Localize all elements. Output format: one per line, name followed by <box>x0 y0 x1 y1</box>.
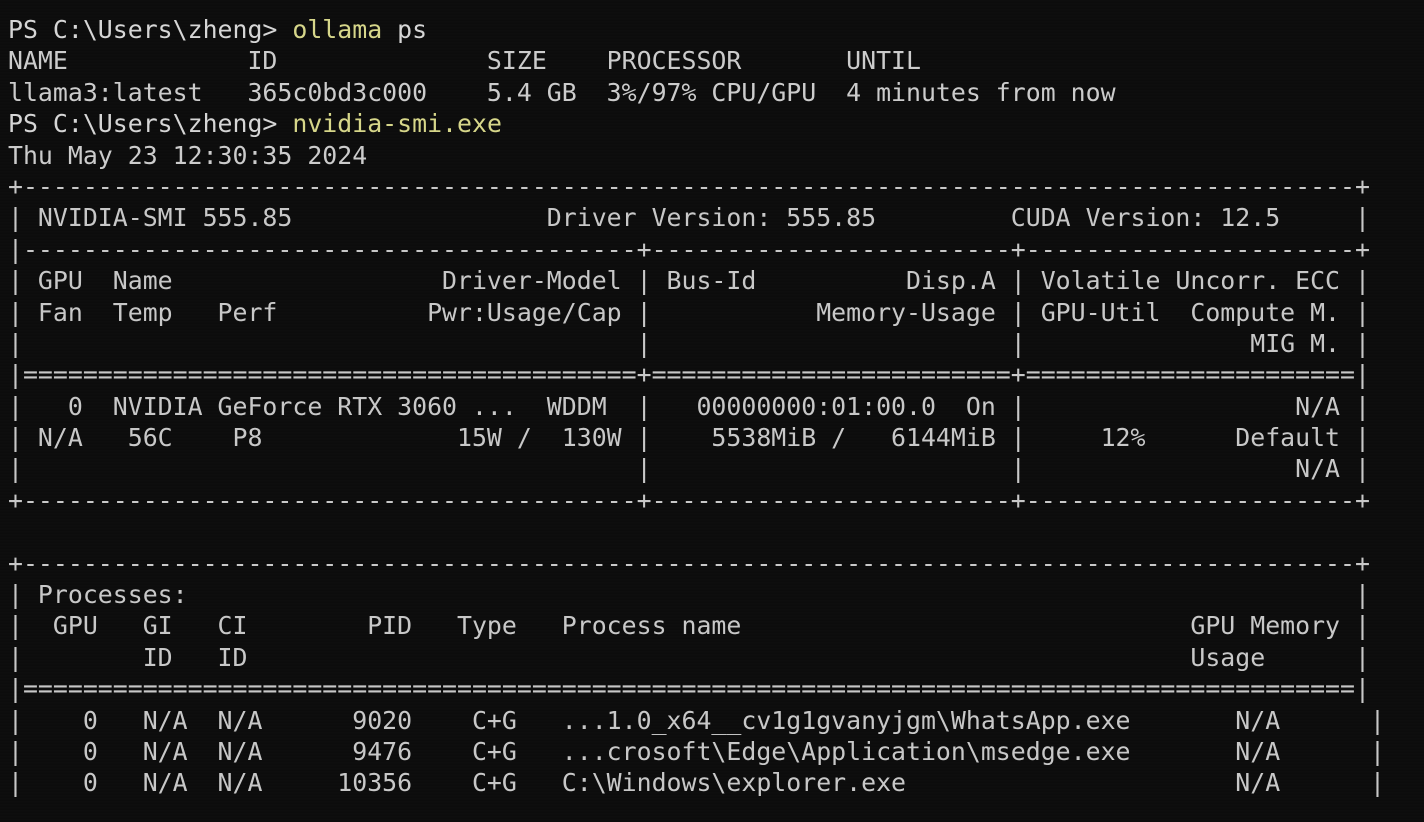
nvidia-smi-line-1: | NVIDIA-SMI 555.85 Driver Version: 555.… <box>8 203 1370 233</box>
nvidia-smi-blank-line <box>8 516 1424 547</box>
nvidia-smi-process-row-msedge: | 0 N/A N/A 9476 C+G ...crosoft\Edge\App… <box>8 736 1385 766</box>
nvidia-smi-gpu-row-line-3: | | | N/A | <box>8 454 1370 484</box>
ollama-table-row: llama3:latest 365c0bd3c000 5.4 GB 3%/97%… <box>8 77 1116 107</box>
nvidia-smi-line-2: |---------------------------------------… <box>8 234 1370 264</box>
nvidia-smi-process-row-explorer: | 0 N/A N/A 10356 C+G C:\Windows\explore… <box>8 768 1385 798</box>
nvidia-smi-processes-line-top: +---------------------------------------… <box>8 548 1370 578</box>
nvidia-smi-line-3: | GPU Name Driver-Model | Bus-Id Disp.A … <box>8 266 1370 296</box>
prompt-string: PS C:\Users\zheng> <box>8 15 278 44</box>
nvidia-smi-processes-header-1: | GPU GI CI PID Type Process name GPU Me… <box>8 611 1370 641</box>
nvidia-smi-line-10: +---------------------------------------… <box>8 485 1370 515</box>
nvidia-smi-processes-header-2: | ID ID Usage | <box>8 642 1370 672</box>
powershell-terminal[interactable]: PS C:\Users\zheng> ollama ps NAME ID SIZ… <box>0 0 1424 822</box>
terminal-line-prompt-ollama: PS C:\Users\zheng> ollama ps <box>8 14 1424 45</box>
nvidia-smi-processes-title: | Processes: | <box>8 580 1370 610</box>
command-ollama-args: ps <box>382 15 428 44</box>
prompt-string: PS C:\Users\zheng> <box>8 109 278 139</box>
ollama-table-header: NAME ID SIZE PROCESSOR UNTIL <box>8 46 921 76</box>
nvidia-smi-gpu-row-line-1: | 0 NVIDIA GeForce RTX 3060 ... WDDM | 0… <box>8 391 1370 421</box>
nvidia-smi-line-5: | | | MIG M. | <box>8 328 1370 358</box>
command-ollama: ollama <box>292 15 383 44</box>
nvidia-smi-process-row-whatsapp: | 0 N/A N/A 9020 C+G ...1.0_x64__cv1g1gv… <box>8 705 1385 735</box>
terminal-line-prompt-nvidia-smi: PS C:\Users\zheng> nvidia-smi.exe <box>8 108 1424 139</box>
command-nvidia-smi: nvidia-smi.exe <box>292 109 502 139</box>
nvidia-smi-line-0: +---------------------------------------… <box>8 171 1370 201</box>
nvidia-smi-line-4: | Fan Temp Perf Pwr:Usage/Cap | Memory-U… <box>8 297 1370 327</box>
nvidia-smi-processes-separator: |=======================================… <box>8 674 1370 704</box>
nvidia-smi-timestamp: Thu May 23 12:30:35 2024 <box>8 140 368 170</box>
nvidia-smi-gpu-row-line-2: | N/A 56C P8 15W / 130W | 5538MiB / 6144… <box>8 423 1370 453</box>
nvidia-smi-line-6: |=======================================… <box>8 360 1370 390</box>
